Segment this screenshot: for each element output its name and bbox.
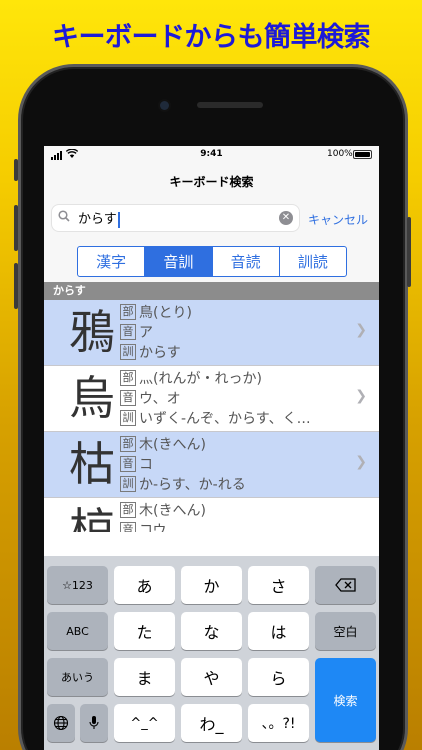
chevron-right-icon: ❯ <box>355 454 367 470</box>
key-wa[interactable]: わ_ <box>181 704 242 742</box>
radical-tag: 部 <box>120 370 136 386</box>
segment-onkun[interactable]: 音訓 <box>145 247 213 276</box>
search-icon <box>58 210 74 226</box>
key-ka[interactable]: か <box>181 566 242 604</box>
result-kun-reading: いずく-んぞ、からす、く… <box>139 411 311 427</box>
result-kanji: 鴉 <box>69 305 115 359</box>
radical-tag: 部 <box>120 436 136 452</box>
search-input[interactable]: からす ✕ <box>51 204 300 232</box>
result-on-reading: ウ、オ <box>139 391 181 407</box>
result-kanji: 椋 <box>69 503 115 532</box>
cancel-button[interactable]: キャンセル <box>308 211 368 228</box>
result-radical: 木(きへん) <box>139 437 206 453</box>
list-item[interactable]: 枯 部木(きへん) 音コ 訓か-らす、か-れる ❯ <box>44 432 379 498</box>
key-ya[interactable]: や <box>181 658 242 696</box>
space-key[interactable]: 空白 <box>315 612 376 650</box>
result-kun-reading: か-らす、か-れる <box>139 477 246 493</box>
result-on-reading: コ <box>139 457 153 473</box>
microphone-icon[interactable] <box>80 704 108 742</box>
clear-icon[interactable]: ✕ <box>279 211 293 225</box>
on-reading-tag: 音 <box>120 456 136 472</box>
key-ha[interactable]: は <box>248 612 309 650</box>
earpiece-speaker <box>197 102 263 108</box>
key-ta[interactable]: た <box>114 612 175 650</box>
search-mode-segmented-control: 漢字 音訓 音読 訓読 <box>77 246 347 277</box>
key-a[interactable]: あ <box>114 566 175 604</box>
japanese-keyboard: ☆123 あ か さ ABC た な は 空白 あいう ま や ら 検索 ^_^… <box>44 556 379 750</box>
globe-icon[interactable] <box>47 704 75 742</box>
on-reading-tag: 音 <box>120 390 136 406</box>
segment-kanji[interactable]: 漢字 <box>78 247 146 276</box>
text-cursor <box>117 211 120 228</box>
on-reading-tag: 音 <box>120 522 136 532</box>
key-ra[interactable]: ら <box>248 658 309 696</box>
section-header: からす <box>44 282 379 300</box>
radical-tag: 部 <box>120 502 136 518</box>
segment-bar: 漢字 音訓 音読 訓読 <box>44 238 379 282</box>
volume-down-button <box>14 263 18 309</box>
list-item[interactable]: 烏 部灬(れんが・れっか) 音ウ、オ 訓いずく-んぞ、からす、く… ❯ <box>44 366 379 432</box>
key-na[interactable]: な <box>181 612 242 650</box>
key-sa[interactable]: さ <box>248 566 309 604</box>
kun-reading-tag: 訓 <box>120 344 136 360</box>
list-item[interactable]: 鴉 部鳥(とり) 音ア 訓からす ❯ <box>44 300 379 366</box>
nav-bar: キーボード検索 <box>44 164 379 198</box>
chevron-right-icon: ❯ <box>355 322 367 338</box>
result-kanji: 枯 <box>69 437 115 491</box>
backspace-icon[interactable] <box>315 566 376 604</box>
segment-on-reading[interactable]: 音読 <box>213 247 280 276</box>
result-on-reading: コウ <box>139 523 167 532</box>
abc-key[interactable]: ABC <box>47 612 108 650</box>
result-kanji: 烏 <box>69 371 115 425</box>
battery-percent: 100% <box>327 149 353 159</box>
search-return-key[interactable]: 検索 <box>315 658 376 742</box>
result-on-reading: ア <box>139 325 153 341</box>
results-list: 鴉 部鳥(とり) 音ア 訓からす ❯ 烏 部灬(れんが・れっか) 音ウ、オ 訓い… <box>44 300 379 532</box>
result-radical: 鳥(とり) <box>139 305 192 321</box>
result-kun-reading: からす <box>139 345 181 361</box>
emoticon-key[interactable]: ^_^ <box>114 704 175 742</box>
power-button <box>407 217 411 287</box>
key-ma[interactable]: ま <box>114 658 175 696</box>
search-query-text: からす <box>78 212 117 228</box>
on-reading-tag: 音 <box>120 324 136 340</box>
kun-reading-tag: 訓 <box>120 476 136 492</box>
result-radical: 木(きへん) <box>139 503 206 519</box>
numbers-symbols-key[interactable]: ☆123 <box>47 566 108 604</box>
list-item[interactable]: 椋 部木(きへん) 音コウ <box>44 498 379 532</box>
kun-reading-tag: 訓 <box>120 410 136 426</box>
mute-switch <box>14 159 18 181</box>
punctuation-key[interactable]: 、。?! <box>248 704 309 742</box>
volume-up-button <box>14 205 18 251</box>
phone-screen: 9:41 100% キーボード検索 からす ✕ キャンセル 漢字 音訓 音読 訓… <box>44 146 379 750</box>
radical-tag: 部 <box>120 304 136 320</box>
segment-kun-reading[interactable]: 訓読 <box>280 247 346 276</box>
status-bar: 9:41 100% <box>44 146 379 164</box>
hiragana-key[interactable]: あいう <box>47 658 108 696</box>
result-radical: 灬(れんが・れっか) <box>139 371 262 387</box>
battery-icon <box>353 150 372 159</box>
front-camera <box>160 101 169 110</box>
chevron-right-icon: ❯ <box>355 388 367 404</box>
nav-title: キーボード検索 <box>169 174 254 189</box>
search-bar: からす ✕ キャンセル <box>44 198 379 238</box>
promo-banner-title: キーボードからも簡単検索 <box>52 21 371 53</box>
